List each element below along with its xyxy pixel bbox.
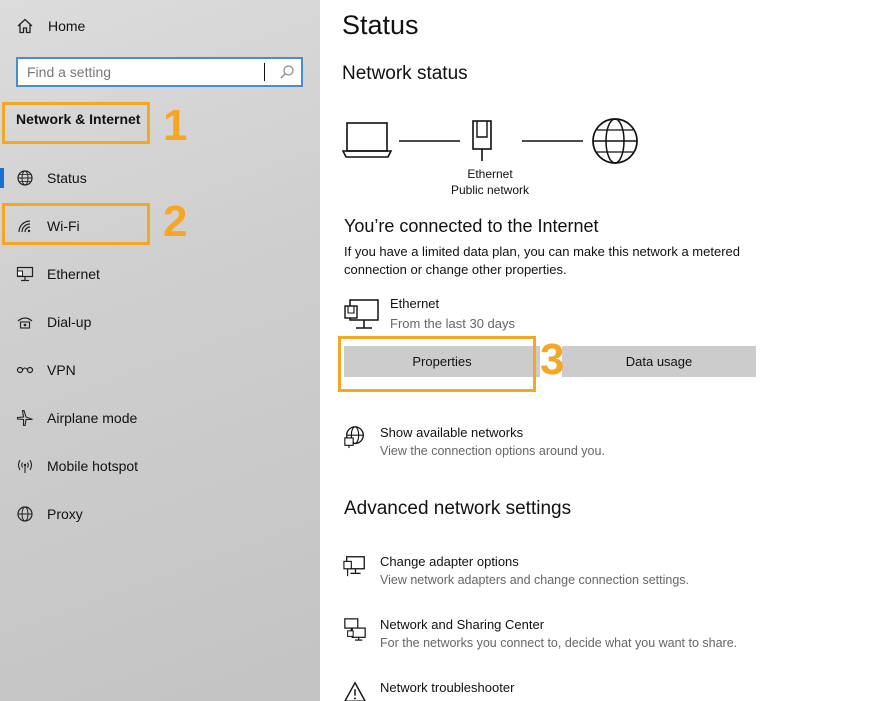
airplane-icon — [15, 409, 35, 427]
sidebar-item-label: Dial-up — [47, 314, 92, 330]
warning-icon — [344, 681, 366, 701]
network-sharing-center-link[interactable]: Network and Sharing Center For the netwo… — [342, 617, 842, 657]
show-networks-description: View the connection options around you. — [380, 444, 605, 458]
globe-icon — [15, 505, 35, 523]
network-troubleshooter-link[interactable]: Network troubleshooter — [342, 680, 842, 701]
ethernet-port-icon — [472, 120, 492, 161]
dialup-icon — [15, 313, 35, 331]
sidebar-item-status[interactable]: Status — [0, 163, 320, 193]
connected-description: If you have a limited data plan, you can… — [344, 244, 740, 277]
connection-subtitle: From the last 30 days — [390, 316, 515, 331]
sidebar-item-label: Airplane mode — [47, 410, 138, 426]
network-type: Public network — [450, 183, 530, 197]
sidebar-item-label: Ethernet — [47, 266, 100, 282]
home-icon — [14, 17, 36, 35]
network-globe-icon — [344, 426, 364, 449]
search-icon[interactable] — [273, 59, 301, 85]
laptop-icon — [342, 122, 393, 158]
annotation-box-1 — [2, 102, 150, 144]
change-adapter-title: Change adapter options — [380, 554, 519, 569]
annotation-box-2 — [2, 203, 150, 245]
sharing-center-description: For the networks you connect to, decide … — [380, 636, 738, 650]
adapter-name: Ethernet — [467, 167, 513, 181]
ethernet-icon — [15, 265, 35, 283]
ethernet-adapter-icon — [344, 299, 379, 329]
sharing-center-title: Network and Sharing Center — [380, 617, 545, 632]
home-link[interactable]: Home — [14, 16, 85, 36]
annotation-number-3: 3 — [540, 335, 565, 384]
search-input[interactable] — [18, 59, 273, 85]
sidebar-item-proxy[interactable]: Proxy — [0, 499, 320, 529]
sidebar-item-ethernet[interactable]: Ethernet — [0, 259, 320, 289]
sidebar-item-label: VPN — [47, 362, 76, 378]
sidebar-item-label: Proxy — [47, 506, 83, 522]
annotation-number-2: 2 — [163, 197, 188, 246]
advanced-settings-heading: Advanced network settings — [344, 498, 572, 519]
sidebar-item-dialup[interactable]: Dial-up — [0, 307, 320, 337]
change-adapter-options-link[interactable]: Change adapter options View network adap… — [342, 554, 842, 594]
sharing-center-icon — [344, 618, 366, 641]
troubleshooter-title: Network troubleshooter — [380, 680, 515, 695]
annotation-number-1: 1 — [163, 101, 188, 150]
diagram-caption: Ethernet Public network — [428, 166, 552, 198]
home-label: Home — [48, 18, 86, 34]
search-box[interactable] — [16, 57, 303, 87]
change-adapter-description: View network adapters and change connect… — [380, 573, 689, 587]
connection-name: Ethernet — [390, 296, 440, 311]
network-status-heading: Network status — [342, 63, 468, 84]
globe-status-icon — [15, 169, 35, 187]
text-caret — [264, 63, 265, 81]
sidebar-item-airplane-mode[interactable]: Airplane mode — [0, 403, 320, 433]
connection-info: Ethernet From the last 30 days — [344, 296, 644, 336]
adapter-icon — [343, 556, 365, 577]
vpn-icon — [15, 361, 35, 379]
internet-globe-icon — [592, 118, 638, 164]
data-usage-button[interactable]: Data usage — [562, 346, 756, 377]
selection-indicator — [0, 168, 4, 188]
show-networks-title: Show available networks — [380, 425, 524, 440]
show-available-networks-link[interactable]: Show available networks View the connect… — [342, 425, 842, 465]
sidebar-item-vpn[interactable]: VPN — [0, 355, 320, 385]
connected-title: You’re connected to the Internet — [344, 216, 599, 236]
hotspot-icon — [15, 457, 35, 475]
annotation-box-3 — [338, 336, 536, 392]
sidebar-item-mobile-hotspot[interactable]: Mobile hotspot — [0, 451, 320, 481]
sidebar-item-label: Status — [47, 170, 87, 186]
page-title: Status — [342, 10, 419, 40]
sidebar-item-label: Mobile hotspot — [47, 458, 139, 474]
